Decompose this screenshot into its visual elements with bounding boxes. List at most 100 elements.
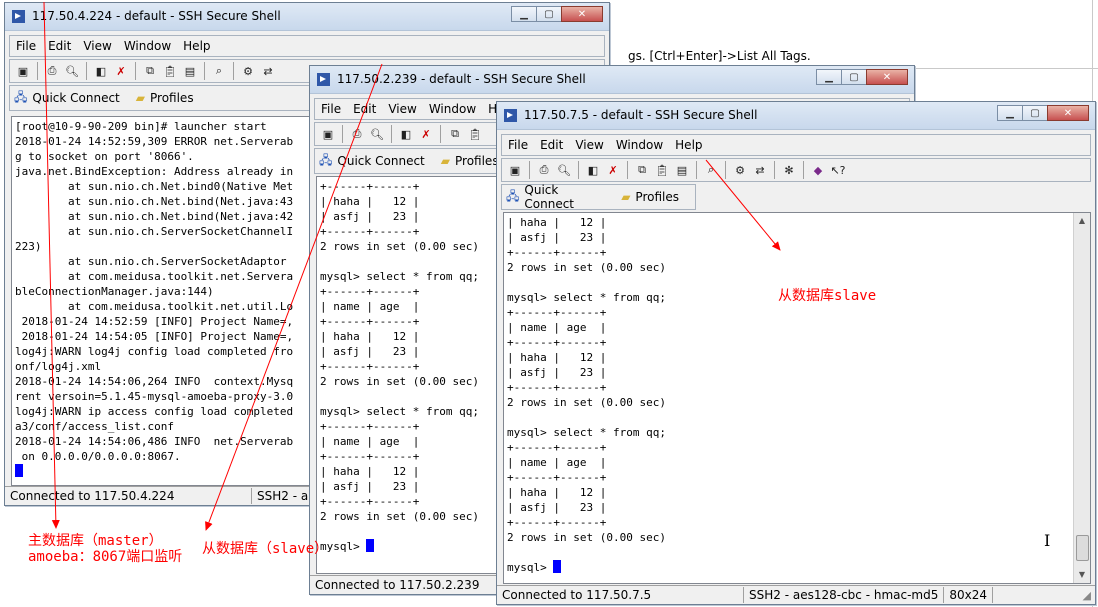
print-preview-icon[interactable]: 🔍︎ [64, 63, 80, 79]
print-icon[interactable]: ⎙ [536, 162, 552, 178]
maximize-icon[interactable]: ▢ [841, 69, 867, 85]
menu-help[interactable]: Help [183, 39, 210, 53]
vertical-scrollbar[interactable]: ▲ ▼ [1073, 213, 1090, 583]
menu-edit[interactable]: Edit [48, 39, 71, 53]
settings-icon[interactable]: ⚙ [240, 63, 256, 79]
terminal-area[interactable]: | haha | 12 | | asfj | 23 | +------+----… [503, 212, 1091, 584]
menu-file[interactable]: File [321, 102, 341, 116]
file-transfer-icon[interactable]: ⇄ [260, 63, 276, 79]
context-help-icon[interactable]: ↖? [830, 162, 846, 178]
find-icon[interactable]: ⌕ [211, 63, 227, 79]
minimize-icon[interactable]: ▁ [511, 6, 537, 22]
toolbar-separator [204, 62, 205, 80]
terminal-area[interactable]: +------+------+ | haha | 12 | | asfj | 2… [316, 176, 504, 574]
toolbar-separator [529, 161, 530, 179]
text-ibeam-cursor: I [1044, 531, 1051, 550]
minimize-icon[interactable]: ▁ [997, 105, 1023, 121]
title-bar[interactable]: 117.50.2.239 - default - SSH Secure Shel… [310, 66, 914, 94]
disconnect-icon[interactable]: ✗ [113, 63, 129, 79]
paste-icon[interactable]: 📋︎ [467, 126, 483, 142]
menu-window[interactable]: Window [124, 39, 171, 53]
profiles-button[interactable]: ▰ Profiles [136, 91, 194, 105]
save-icon[interactable]: ▣ [507, 162, 523, 178]
toolbar-separator [233, 62, 234, 80]
maximize-icon[interactable]: ▢ [536, 6, 562, 22]
menu-view[interactable]: View [83, 39, 111, 53]
toolbar-separator [86, 62, 87, 80]
disconnect-icon[interactable]: ✗ [605, 162, 621, 178]
toolbar-separator [391, 125, 392, 143]
menu-help[interactable]: Help [675, 138, 702, 152]
menu-bar: File Edit View Window Help [9, 35, 605, 57]
connect-icon[interactable]: ◧ [398, 126, 414, 142]
menu-file[interactable]: File [508, 138, 528, 152]
ssh-app-icon [504, 109, 517, 122]
scroll-up-icon[interactable]: ▲ [1074, 213, 1090, 229]
clipboard-icon[interactable]: ▤ [182, 63, 198, 79]
print-preview-icon[interactable]: 🔍︎ [369, 126, 385, 142]
status-connection: Connected to 117.50.2.239 [310, 577, 497, 593]
print-icon[interactable]: ⎙ [44, 63, 60, 79]
copy-icon[interactable]: ⧉ [634, 162, 650, 178]
close-icon[interactable]: ✕ [561, 6, 603, 22]
copy-icon[interactable]: ⧉ [447, 126, 463, 142]
scroll-down-icon[interactable]: ▼ [1074, 567, 1090, 583]
menu-edit[interactable]: Edit [353, 102, 376, 116]
text-cursor [366, 539, 375, 552]
window-title: 117.50.4.224 - default - SSH Secure Shel… [32, 9, 281, 23]
ssh-window-slave-2[interactable]: 117.50.7.5 - default - SSH Secure Shell … [496, 101, 1096, 605]
status-bar: Connected to 117.50.7.5 SSH2 - aes128-cb… [497, 585, 1095, 604]
paste-icon[interactable]: 📋︎ [162, 63, 178, 79]
maximize-icon[interactable]: ▢ [1022, 105, 1048, 121]
copy-icon[interactable]: ⧉ [142, 63, 158, 79]
quick-connect-button[interactable]: 🖧︎ Quick Connect [14, 88, 120, 109]
title-bar[interactable]: 117.50.4.224 - default - SSH Secure Shel… [5, 3, 609, 31]
toolbar-separator [342, 125, 343, 143]
terminal-output: +------+------+ | haha | 12 | | asfj | 2… [317, 177, 503, 554]
connect-icon[interactable]: ◧ [93, 63, 109, 79]
text-cursor [553, 560, 562, 573]
folder-icon: ▰ [621, 190, 631, 204]
connect-icon[interactable]: ◧ [585, 162, 601, 178]
profiles-label: Profiles [635, 190, 679, 204]
text-cursor [15, 464, 23, 477]
quick-connect-button[interactable]: 🖧︎ Quick Connect [319, 151, 425, 172]
file-transfer-icon[interactable]: ⇄ [752, 162, 768, 178]
menu-view[interactable]: View [575, 138, 603, 152]
menu-window[interactable]: Window [616, 138, 663, 152]
clipboard-icon[interactable]: ▤ [674, 162, 690, 178]
help-book-icon[interactable]: ◆ [810, 162, 826, 178]
save-icon[interactable]: ▣ [320, 126, 336, 142]
minimize-icon[interactable]: ▁ [816, 69, 842, 85]
annotation-slave-center: 从数据库（slave） [202, 541, 329, 557]
status-size: 80x24 [944, 587, 994, 603]
menu-window[interactable]: Window [429, 102, 476, 116]
menu-edit[interactable]: Edit [540, 138, 563, 152]
close-icon[interactable]: ✕ [1047, 105, 1089, 121]
title-bar[interactable]: 117.50.7.5 - default - SSH Secure Shell … [497, 102, 1095, 130]
disconnect-icon[interactable]: ✗ [418, 126, 434, 142]
toolbar-separator [725, 161, 726, 179]
resize-grip-icon[interactable]: ◢ [1083, 589, 1091, 602]
terminal-area[interactable]: [root@10-9-90-209 bin]# launcher start 2… [11, 116, 333, 486]
terminal-text: [root@10-9-90-209 bin]# launcher start 2… [15, 120, 294, 463]
folder-icon: ▰ [135, 91, 145, 105]
folder-icon: ▰ [440, 154, 450, 168]
print-preview-icon[interactable]: 🔍︎ [556, 162, 572, 178]
profiles-button[interactable]: ▰ Profiles [441, 154, 499, 168]
save-icon[interactable]: ▣ [15, 63, 31, 79]
print-icon[interactable]: ⎙ [349, 126, 365, 142]
profiles-button[interactable]: ▰ Profiles [621, 190, 679, 204]
quick-connect-label: Quick Connect [32, 91, 120, 105]
scroll-thumb[interactable] [1076, 535, 1089, 561]
status-protocol: SSH2 - a [252, 488, 315, 504]
close-icon[interactable]: ✕ [866, 69, 908, 85]
menu-view[interactable]: View [388, 102, 416, 116]
gear-icon[interactable]: ✻ [781, 162, 797, 178]
quick-connect-button[interactable]: 🖧︎ Quick Connect [506, 183, 605, 211]
toolbar: ▣ ⎙ 🔍︎ ◧ ✗ ⧉ 📋︎ ▤ ⌕ ⚙ ⇄ ✻ ◆ ↖? [501, 158, 1091, 182]
menu-file[interactable]: File [16, 39, 36, 53]
find-icon[interactable]: ⌕ [703, 162, 719, 178]
paste-icon[interactable]: 📋︎ [654, 162, 670, 178]
settings-icon[interactable]: ⚙ [732, 162, 748, 178]
